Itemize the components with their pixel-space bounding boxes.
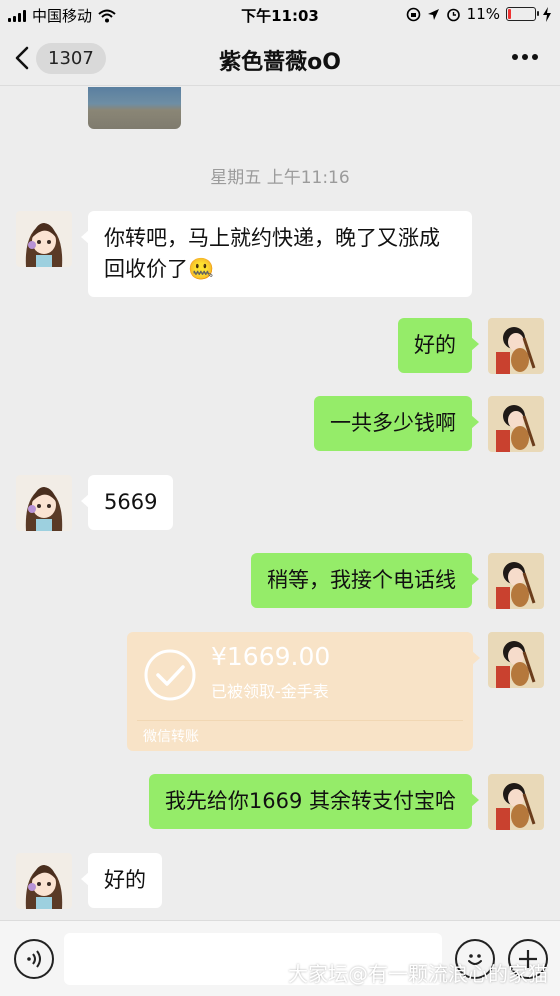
transfer-divider bbox=[137, 720, 463, 721]
incoming-message-bubble[interactable]: 你转吧，马上就约快递，晚了又涨成回收价了🤐 bbox=[81, 211, 472, 297]
message-list[interactable]: 星期五 上午11:16 你转吧，马上就约快递，晚了又涨成回收价了🤐 好的 一共多… bbox=[0, 87, 560, 920]
battery-percent: 11% bbox=[466, 5, 500, 23]
my-avatar[interactable] bbox=[488, 632, 544, 688]
message-timestamp: 星期五 上午11:16 bbox=[210, 168, 350, 188]
my-avatar[interactable] bbox=[488, 553, 544, 609]
location-icon bbox=[427, 8, 439, 20]
chat-header: 1307 紫色蔷薇oO bbox=[0, 30, 560, 86]
contact-avatar[interactable] bbox=[16, 853, 72, 909]
my-avatar[interactable] bbox=[488, 318, 544, 374]
outgoing-message-bubble[interactable]: 一共多少钱啊 bbox=[314, 396, 479, 451]
my-avatar[interactable] bbox=[488, 774, 544, 830]
outgoing-message-bubble[interactable]: 好的 bbox=[398, 318, 479, 373]
contact-avatar[interactable] bbox=[16, 475, 72, 531]
transfer-brand-label: 微信转账 bbox=[143, 729, 199, 745]
outgoing-message-bubble[interactable]: 我先给你1669 其余转支付宝哈 bbox=[148, 774, 480, 829]
previous-image-message[interactable] bbox=[88, 87, 181, 129]
battery-level bbox=[508, 9, 511, 19]
chat-title: 紫色蔷薇oO bbox=[219, 50, 341, 75]
money-transfer-card[interactable]: ¥1669.00 已被领取-金手表 微信转账 bbox=[127, 632, 480, 751]
transfer-amount: ¥1669.00 bbox=[211, 642, 331, 671]
incoming-message-bubble[interactable]: 好的 bbox=[81, 853, 162, 908]
incoming-message-bubble[interactable]: 5669 bbox=[80, 475, 174, 530]
voice-icon[interactable] bbox=[14, 939, 54, 979]
watermark-text: 大家坛@有一颗流浪心的家猫 bbox=[288, 962, 548, 986]
alarm-icon bbox=[446, 8, 460, 21]
more-icon[interactable] bbox=[512, 54, 538, 60]
battery-icon bbox=[506, 7, 539, 21]
charging-icon bbox=[543, 6, 551, 22]
my-avatar[interactable] bbox=[488, 396, 544, 452]
transfer-status: 已被领取-金手表 bbox=[211, 682, 329, 701]
outgoing-message-bubble[interactable]: 稍等，我接个电话线 bbox=[251, 553, 479, 608]
contact-avatar[interactable] bbox=[16, 211, 72, 267]
rotation-lock-icon bbox=[406, 7, 420, 21]
status-bar: 中国移动 下午11:03 11% bbox=[0, 0, 560, 30]
check-circle-icon bbox=[144, 649, 196, 701]
